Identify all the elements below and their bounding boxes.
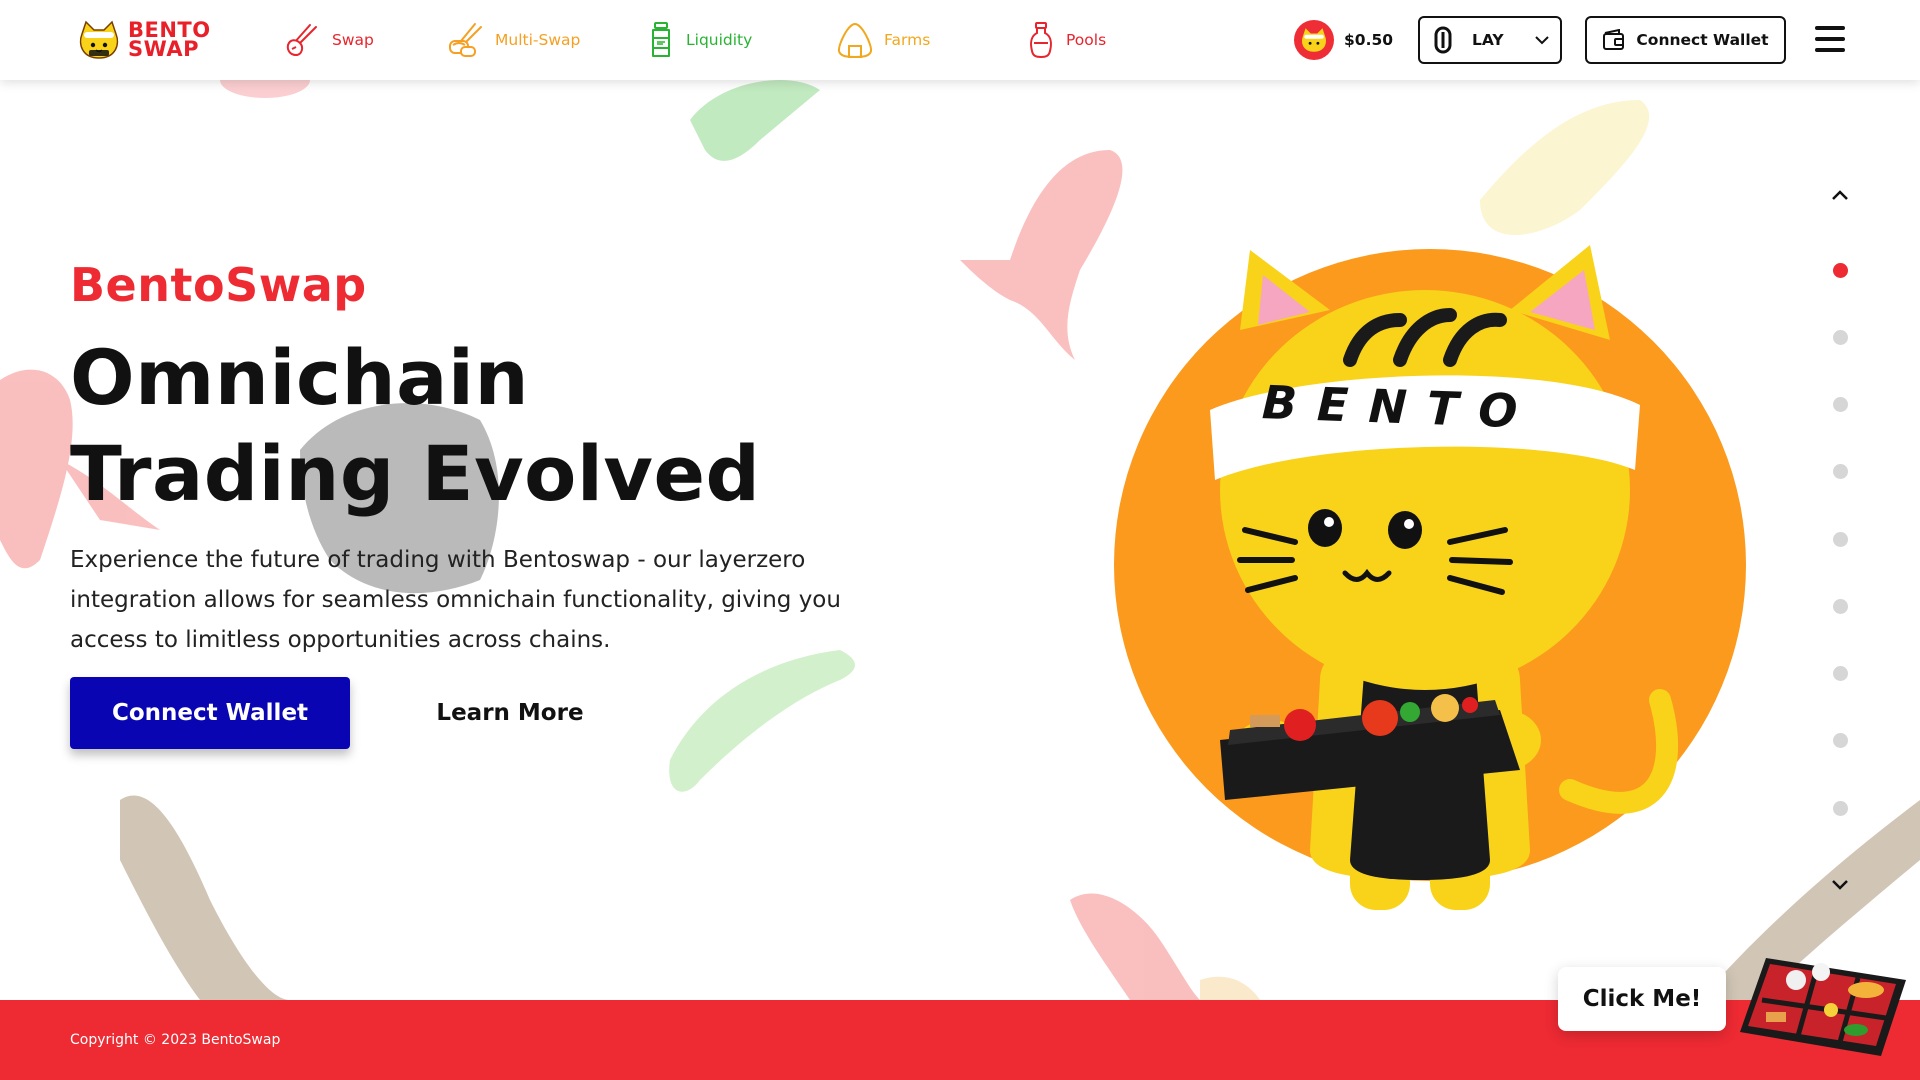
nav-label-farms: Farms [884,31,931,49]
copyright-text: Copyright © 2023 BentoSwap [70,1032,281,1048]
onigiri-icon [837,22,873,59]
token-price: $0.50 [1294,20,1393,60]
nav-label-multi-swap: Multi-Swap [495,31,581,49]
logo-text-line2: SWAP [128,37,199,61]
pager-up-chevron-icon[interactable] [1828,184,1852,208]
page: BENTO SWAP Swap Multi-Swap Liquidity Far… [0,0,1920,1080]
chain-selector[interactable]: LAY [1418,16,1562,64]
nav-label-liquidity: Liquidity [686,31,753,49]
token-price-value: $0.50 [1344,31,1394,49]
menu-bar [1815,26,1845,30]
hero-headline: Omnichain Trading Evolved [70,330,760,522]
nav-label-swap: Swap [332,31,374,49]
nav-item-liquidity[interactable]: Liquidity [646,18,752,62]
hero-headline-line2: Trading Evolved [70,429,761,518]
menu-bar [1815,37,1845,41]
orange-sun-circle [1114,249,1746,881]
pager-dot-8[interactable] [1833,733,1848,748]
hero-description: Experience the future of trading with Be… [70,547,841,653]
sushi-chopsticks-icon [449,23,482,57]
learn-more-button[interactable]: Learn More [380,677,640,749]
nav-item-pools[interactable]: Pools [1026,18,1106,62]
logo-text: BENTO SWAP [128,20,211,61]
chain-selector-label: LAY [1472,31,1504,49]
pager-dot-1[interactable] [1833,263,1848,278]
cat-logo-icon [79,20,119,59]
nav-item-farms[interactable]: Farms [836,18,930,62]
chopsticks-dumpling-icon [286,24,317,57]
mascot-headband-text: BENTO [1261,375,1539,439]
pager-dot-5[interactable] [1833,532,1848,547]
wallet-icon [1603,29,1625,50]
bottle-icon [652,22,670,57]
hero-connect-wallet-button[interactable]: Connect Wallet [70,677,350,749]
bento-box-icon[interactable] [1736,950,1912,1062]
pager-dot-9[interactable] [1833,801,1848,816]
hero-headline-line1: Omnichain [70,333,530,422]
bentoswap-logo[interactable]: BENTO SWAP [78,16,212,64]
click-me-button[interactable]: Click Me! [1558,967,1726,1031]
mascot-illustration [1114,245,1746,910]
nav-label-pools: Pools [1066,31,1107,49]
top-navbar: BENTO SWAP Swap Multi-Swap Liquidity Far… [0,0,1920,80]
hamburger-menu-button[interactable] [1815,26,1845,52]
chevron-down-icon [1535,36,1549,45]
pager-dot-6[interactable] [1833,599,1848,614]
pager-dot-7[interactable] [1833,666,1848,681]
header-connect-wallet-button[interactable]: Connect Wallet [1585,16,1786,64]
pager-dot-4[interactable] [1833,464,1848,479]
bento-token-icon [1294,20,1334,60]
pager-down-chevron-icon[interactable] [1828,872,1852,896]
pager-dot-2[interactable] [1833,330,1848,345]
nav-item-swap[interactable]: Swap [284,18,374,62]
hero-brand: BentoSwap [70,258,367,312]
sauce-bottle-icon [1030,22,1052,59]
layerzero-chain-icon [1434,26,1452,54]
pager-dot-3[interactable] [1833,397,1848,412]
header-connect-wallet-label: Connect Wallet [1636,31,1769,49]
menu-bar [1815,48,1845,52]
nav-item-multi-swap[interactable]: Multi-Swap [447,18,580,62]
